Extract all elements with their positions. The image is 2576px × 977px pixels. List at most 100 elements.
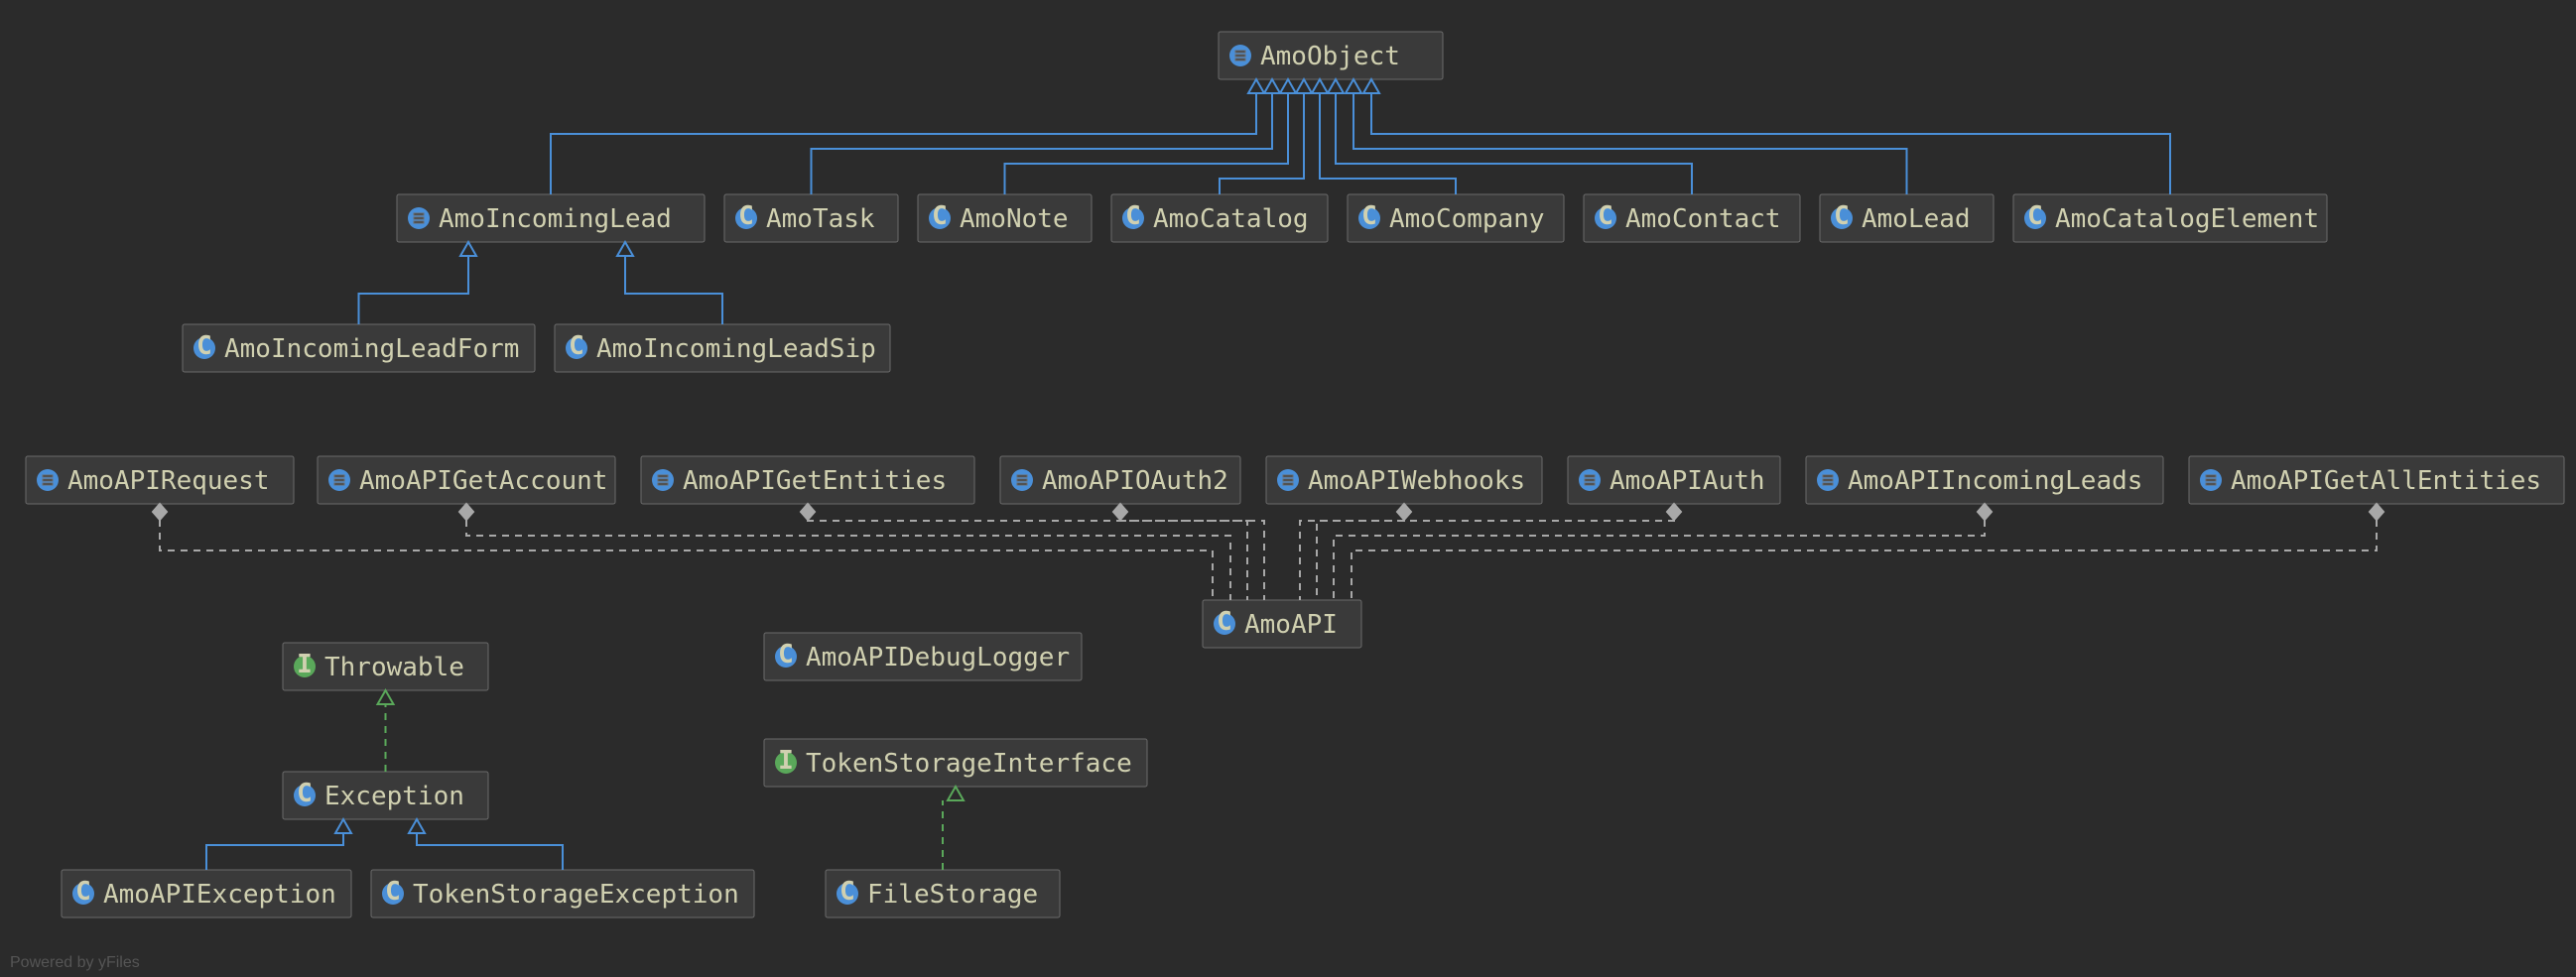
class-icon: C bbox=[72, 877, 94, 907]
class-label: AmoCompany bbox=[1389, 204, 1545, 234]
svg-text:I: I bbox=[778, 746, 794, 776]
class-node-amotask[interactable]: C AmoTask bbox=[724, 194, 898, 242]
abstract-icon bbox=[408, 207, 430, 229]
class-node-amocatalogelement[interactable]: CAmoCatalogElement bbox=[2013, 194, 2327, 242]
generalization-edge bbox=[206, 833, 343, 870]
class-label: AmoAPIGetEntities bbox=[683, 466, 947, 496]
class-icon: C bbox=[566, 331, 587, 361]
abstract-icon bbox=[1011, 469, 1033, 491]
svg-text:C: C bbox=[839, 877, 855, 907]
svg-text:C: C bbox=[738, 201, 754, 231]
class-label: AmoAPIWebhooks bbox=[1308, 466, 1525, 496]
class-node-amoapigetallentities[interactable]: AmoAPIGetAllEntities bbox=[2189, 456, 2564, 504]
generalization-edge bbox=[417, 833, 563, 870]
class-node-throwable[interactable]: I Throwable bbox=[283, 643, 488, 690]
class-icon: C bbox=[1122, 201, 1144, 231]
class-node-amocontact[interactable]: C AmoContact bbox=[1584, 194, 1800, 242]
class-label: AmoAPIRequest bbox=[67, 466, 270, 496]
class-label: TokenStorageException bbox=[413, 880, 739, 910]
dependency-edge bbox=[808, 520, 1247, 600]
abstract-icon bbox=[328, 469, 350, 491]
abstract-icon bbox=[1229, 45, 1251, 66]
class-node-amocatalog[interactable]: CAmoCatalog bbox=[1111, 194, 1328, 242]
dependency-edge bbox=[1317, 520, 1674, 600]
class-icon: C bbox=[1214, 607, 1235, 637]
class-node-amoapidebuglogger[interactable]: CAmoAPIDebugLogger bbox=[764, 633, 1082, 680]
svg-text:C: C bbox=[1834, 201, 1850, 231]
generalization-edge bbox=[359, 256, 469, 324]
class-label: AmoNote bbox=[960, 204, 1069, 234]
class-label: AmoObject bbox=[1260, 42, 1400, 71]
abstract-icon bbox=[1277, 469, 1299, 491]
class-icon: C bbox=[382, 877, 404, 907]
svg-text:I: I bbox=[297, 650, 313, 679]
dependency-edge bbox=[466, 520, 1230, 600]
class-node-amolead[interactable]: C AmoLead bbox=[1820, 194, 1994, 242]
dependency-edge bbox=[1352, 520, 2377, 600]
class-icon: C bbox=[837, 877, 858, 907]
class-label: AmoContact bbox=[1625, 204, 1781, 234]
class-icon: C bbox=[2024, 201, 2046, 231]
class-label: Exception bbox=[324, 782, 464, 811]
svg-text:C: C bbox=[1598, 201, 1613, 231]
class-node-amoapioauth2[interactable]: AmoAPIOAuth2 bbox=[1000, 456, 1240, 504]
class-node-amoapigetaccount[interactable]: AmoAPIGetAccount bbox=[318, 456, 615, 504]
class-icon: C bbox=[294, 779, 316, 808]
class-icon: C bbox=[193, 331, 215, 361]
class-node-amoincomingleadform[interactable]: C AmoIncomingLeadForm bbox=[183, 324, 535, 372]
class-node-tokenstorageexception[interactable]: C TokenStorageException bbox=[371, 870, 754, 917]
interface-icon: I bbox=[775, 746, 797, 776]
class-node-amoincominglead[interactable]: AmoIncomingLead bbox=[397, 194, 705, 242]
uml-canvas: AmoObjectAmoIncomingLeadCAmoTaskCAmoNote… bbox=[0, 0, 2576, 977]
class-node-amoincomingleadsip[interactable]: C AmoIncomingLeadSip bbox=[555, 324, 890, 372]
class-label: AmoAPIDebugLogger bbox=[806, 643, 1070, 672]
dependency-edge bbox=[160, 520, 1213, 600]
class-label: AmoAPIIncomingLeads bbox=[1848, 466, 2142, 496]
generalization-edge bbox=[1320, 93, 1456, 194]
class-label: AmoIncomingLead bbox=[439, 204, 672, 234]
class-node-amoapirequest[interactable]: AmoAPIRequest bbox=[26, 456, 294, 504]
class-label: FileStorage bbox=[867, 880, 1038, 910]
class-node-amoapiincomingleads[interactable]: AmoAPIIncomingLeads bbox=[1806, 456, 2163, 504]
class-label: AmoAPIAuth bbox=[1610, 466, 1765, 496]
generalization-edge bbox=[551, 93, 1256, 194]
abstract-icon bbox=[1817, 469, 1839, 491]
abstract-icon bbox=[1579, 469, 1601, 491]
class-label: AmoLead bbox=[1862, 204, 1971, 234]
generalization-edge bbox=[1220, 93, 1304, 194]
class-label: Throwable bbox=[324, 653, 464, 682]
generalization-edge bbox=[1371, 93, 2170, 194]
watermark: Powered by yFiles bbox=[10, 954, 140, 971]
class-node-amocompany[interactable]: C AmoCompany bbox=[1348, 194, 1564, 242]
class-node-filestorage[interactable]: C FileStorage bbox=[826, 870, 1060, 917]
class-icon: C bbox=[1831, 201, 1853, 231]
svg-text:C: C bbox=[569, 331, 584, 361]
class-node-amoapiauth[interactable]: AmoAPIAuth bbox=[1568, 456, 1780, 504]
class-node-amoapigetentities[interactable]: AmoAPIGetEntities bbox=[641, 456, 974, 504]
dependency-edge bbox=[1300, 520, 1404, 600]
class-node-tokenstorageinterface[interactable]: I TokenStorageInterface bbox=[764, 739, 1147, 787]
svg-text:C: C bbox=[75, 877, 91, 907]
class-icon: C bbox=[1358, 201, 1380, 231]
class-label: AmoAPIException bbox=[103, 880, 336, 910]
dependency-edge bbox=[1120, 520, 1264, 600]
generalization-edge bbox=[625, 256, 722, 324]
class-node-amonote[interactable]: CAmoNote bbox=[918, 194, 1092, 242]
abstract-icon bbox=[2200, 469, 2222, 491]
class-icon: C bbox=[735, 201, 757, 231]
class-label: AmoIncomingLeadSip bbox=[596, 334, 876, 364]
svg-text:C: C bbox=[385, 877, 401, 907]
class-node-amoobject[interactable]: AmoObject bbox=[1219, 32, 1443, 79]
svg-text:C: C bbox=[1125, 201, 1141, 231]
class-node-amoapi[interactable]: CAmoAPI bbox=[1203, 600, 1361, 648]
class-node-amoapiexception[interactable]: C AmoAPIException bbox=[62, 870, 351, 917]
svg-text:C: C bbox=[297, 779, 313, 808]
class-node-exception[interactable]: C Exception bbox=[283, 772, 488, 819]
class-node-amoapiwebhooks[interactable]: AmoAPIWebhooks bbox=[1266, 456, 1542, 504]
class-icon: C bbox=[1595, 201, 1616, 231]
class-label: TokenStorageInterface bbox=[806, 749, 1132, 779]
svg-text:C: C bbox=[1361, 201, 1377, 231]
generalization-edge bbox=[812, 93, 1273, 194]
class-label: AmoTask bbox=[766, 204, 875, 234]
class-label: AmoIncomingLeadForm bbox=[224, 334, 519, 364]
